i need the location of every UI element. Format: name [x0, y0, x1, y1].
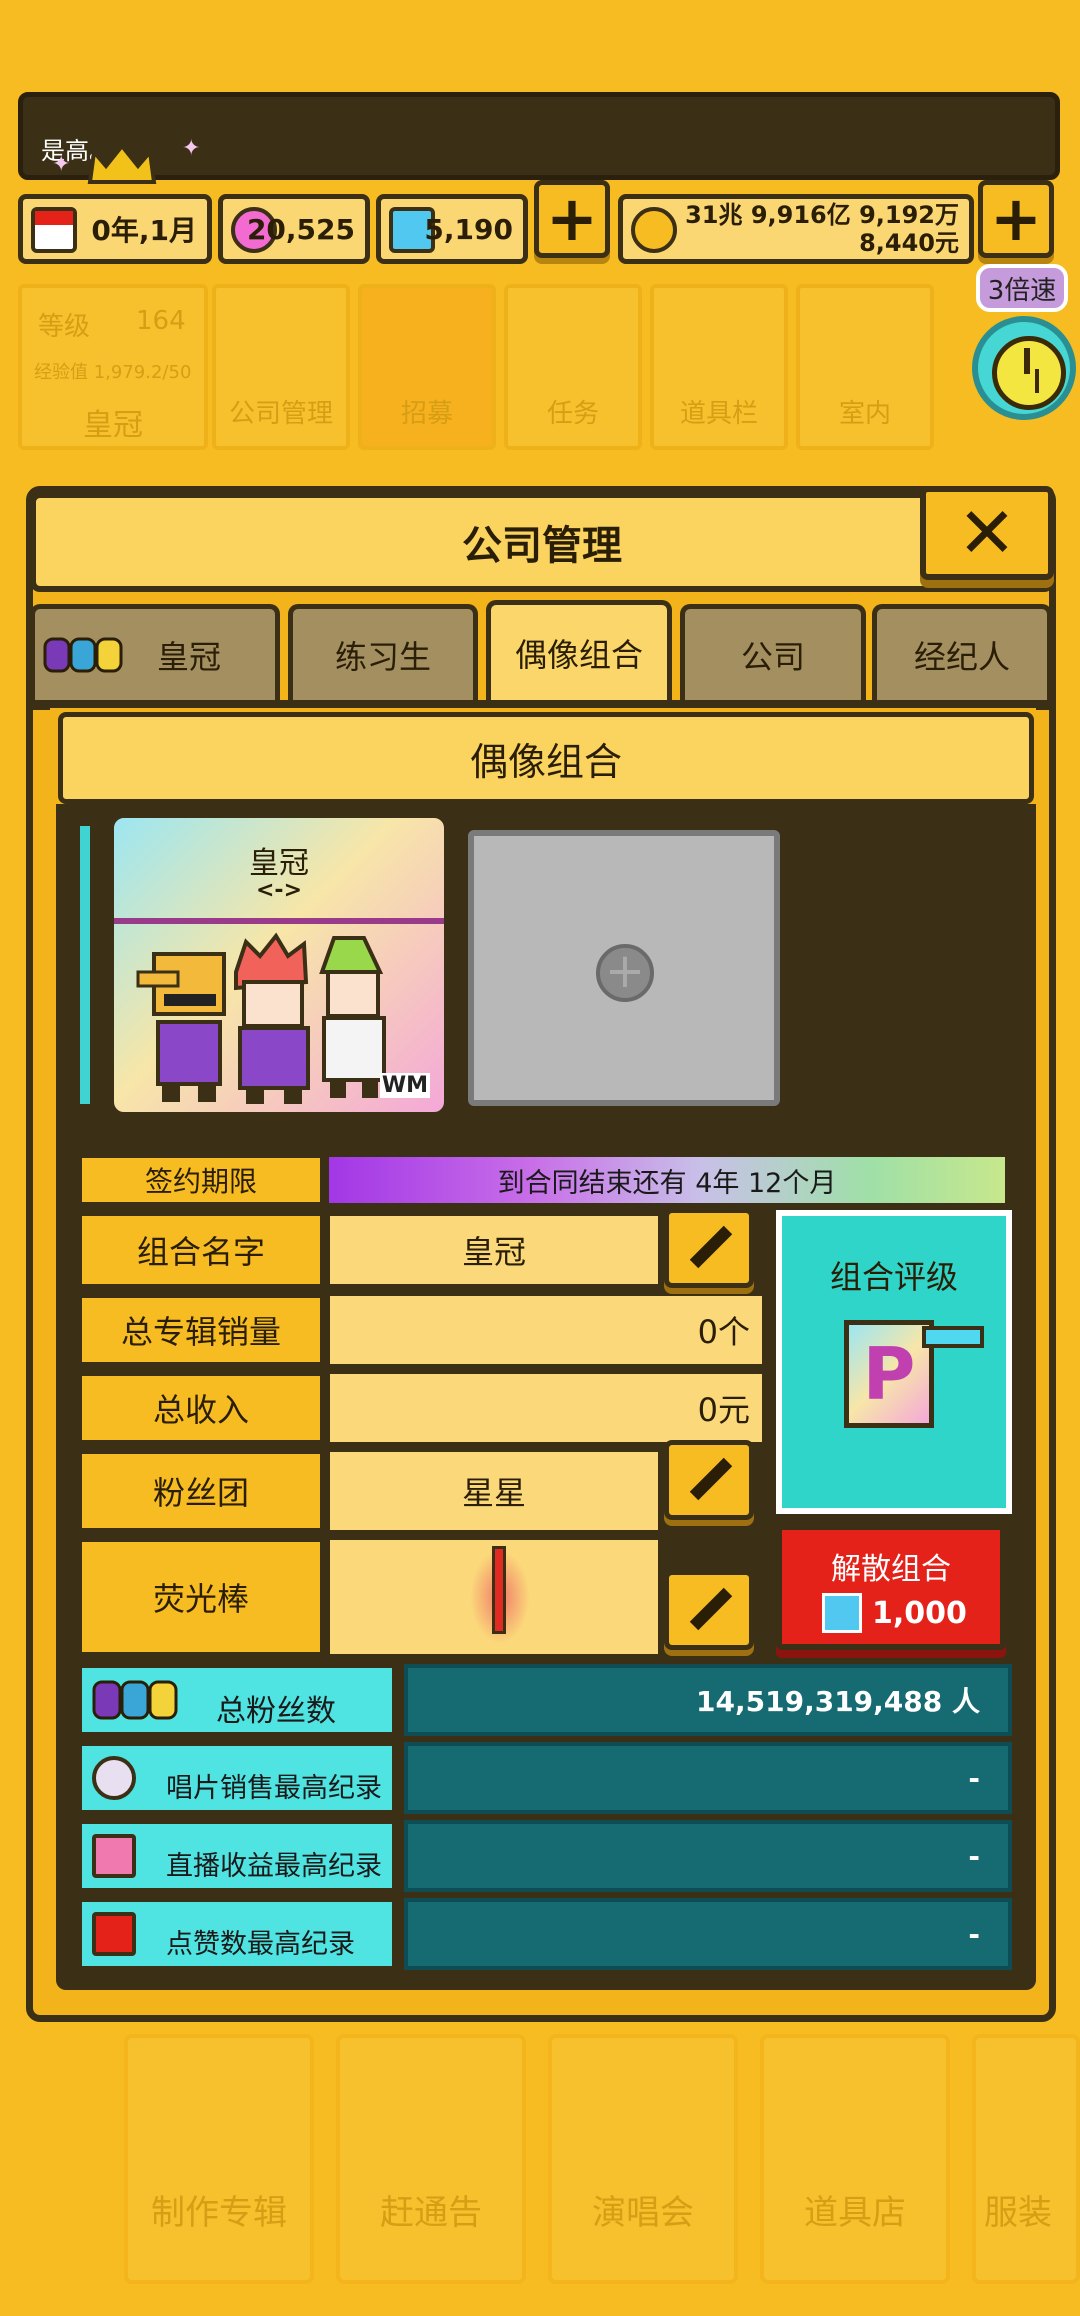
group-card-divider: [114, 918, 444, 924]
menu-concert: 演唱会: [548, 2034, 738, 2284]
money-line-2: 8,440元: [859, 229, 959, 257]
add-gems-button[interactable]: +: [534, 180, 610, 258]
disband-group-button[interactable]: 解散组合 1,000: [776, 1524, 1006, 1650]
album-sales-label: 总专辑销量: [78, 1294, 324, 1366]
add-money-button[interactable]: +: [978, 180, 1054, 258]
fans-icon: [92, 1680, 178, 1720]
tab-company[interactable]: 公司: [680, 604, 866, 700]
group-card-mark: WM: [379, 1073, 430, 1098]
group-name-label: 组合名字: [78, 1212, 324, 1288]
pink-gem-counter: 20,525: [218, 194, 370, 264]
group-name-value: 皇冠: [330, 1216, 658, 1284]
level-panel: 等级 164 经验值 1,979.2/50 皇冠: [18, 284, 208, 450]
money-counter: 31兆 9,916亿 9,192万 8,440元: [618, 194, 974, 264]
fanclub-value: 星星: [330, 1452, 658, 1530]
pink-gem-value: 20,525: [246, 212, 355, 246]
stat-likes: 点赞数最高纪录: [78, 1898, 396, 1970]
sparkle-icon: ✦: [52, 152, 71, 177]
group-card-name: 皇冠: [249, 846, 309, 881]
stat-record-sales-value: -: [404, 1742, 1012, 1814]
contract-bar: 到合同结束还有 4年 12个月: [326, 1154, 1008, 1206]
menu-inventory: 道具栏: [650, 284, 788, 450]
stat-record-sales-label: 唱片销售最高纪录: [166, 1773, 382, 1804]
stat-record-sales: 唱片销售最高纪录: [78, 1742, 396, 1814]
gallery-scrollbar[interactable]: [80, 826, 90, 1104]
disband-cost: 1,000: [822, 1590, 967, 1636]
menu-costume: 服装: [972, 2034, 1080, 2284]
disband-cost-value: 1,000: [872, 1595, 967, 1631]
fanclub-label: 粉丝团: [78, 1450, 324, 1532]
exp-text: 经验值 1,979.2/50: [34, 362, 192, 383]
tab-agents-label: 经纪人: [913, 637, 1010, 676]
group-members-icon: [43, 637, 123, 673]
add-icon: +: [596, 944, 654, 1002]
tab-idol-group[interactable]: 偶像组合: [486, 600, 672, 700]
edit-fanclub-button[interactable]: [664, 1440, 754, 1520]
menu-schedule: 赶通告: [336, 2034, 526, 2284]
stat-likes-value: -: [404, 1898, 1012, 1970]
rating-grade-badge: P: [844, 1320, 934, 1428]
speed-clock-button[interactable]: [972, 316, 1076, 420]
total-income-value: 0元: [330, 1374, 762, 1442]
blue-gem-icon: [822, 1593, 862, 1633]
sparkle-icon: ✦: [182, 136, 201, 161]
menu-company-management: 公司管理: [212, 284, 350, 450]
tab-trainees-label: 练习生: [334, 637, 431, 676]
lightstick-value: [330, 1540, 658, 1654]
total-income-label: 总收入: [78, 1372, 324, 1444]
group-rating-label: 组合评级: [829, 1258, 958, 1296]
level-value: 164: [136, 306, 186, 336]
stat-total-fans-value: 14,519,319,488 人: [404, 1664, 1012, 1736]
album-sales-value: 0个: [330, 1296, 762, 1364]
level-label: 等级: [38, 312, 91, 342]
add-group-slot[interactable]: +: [468, 830, 780, 1106]
company-name: 皇冠: [83, 408, 143, 443]
speed-badge[interactable]: 3倍速: [976, 264, 1068, 312]
tab-trainees[interactable]: 练习生: [288, 604, 478, 700]
stat-likes-label: 点赞数最高纪录: [166, 1929, 355, 1960]
stat-stream-income-label: 直播收益最高纪录: [166, 1851, 382, 1882]
crown-icon: [87, 142, 157, 184]
money-line-1: 31兆 9,916亿 9,192万: [685, 201, 959, 229]
group-card-code: <->: [256, 878, 302, 903]
close-button[interactable]: ✕: [920, 486, 1054, 580]
date-display: 0年,1月: [18, 194, 212, 264]
lightstick-icon: [492, 1546, 506, 1634]
contract-label: 签约期限: [78, 1154, 324, 1206]
tab-company-label: 公司: [740, 637, 805, 676]
music-note-icon: [92, 1834, 136, 1878]
menu-tasks: 任务: [504, 284, 642, 450]
stat-stream-income: 直播收益最高纪录: [78, 1820, 396, 1892]
coin-icon: [631, 207, 677, 253]
edit-group-name-button[interactable]: [664, 1208, 754, 1288]
menu-recruit: 招募: [358, 284, 496, 450]
group-rating-panel: 组合评级 P: [772, 1206, 1016, 1518]
blue-gem-value: 5,190: [424, 212, 513, 246]
menu-item-shop: 道具店: [760, 2034, 950, 2284]
group-card[interactable]: 皇冠 <-> WM: [108, 812, 450, 1118]
tab-idol-group-label: 偶像组合: [514, 635, 643, 674]
play-icon: [92, 1912, 136, 1956]
rating-flag-icon: [922, 1326, 984, 1348]
blue-gem-counter: 5,190: [376, 194, 528, 264]
stat-stream-income-value: -: [404, 1820, 1012, 1892]
modal-title: 公司管理: [30, 492, 1054, 592]
edit-lightstick-button[interactable]: [664, 1570, 754, 1650]
tab-agents[interactable]: 经纪人: [872, 604, 1052, 700]
lightstick-label: 荧光棒: [78, 1538, 324, 1656]
section-title: 偶像组合: [58, 712, 1034, 804]
menu-make-album: 制作专辑: [124, 2034, 314, 2284]
tab-crown[interactable]: 皇冠: [30, 604, 280, 700]
news-ticker: 是高。: [18, 92, 1060, 180]
tab-crown-label: 皇冠: [156, 637, 221, 676]
stat-total-fans-label: 总粉丝数: [216, 1694, 336, 1729]
stat-total-fans: 总粉丝数: [78, 1664, 396, 1736]
disband-label: 解散组合: [831, 1552, 951, 1587]
disc-icon: [92, 1756, 136, 1800]
calendar-icon: [31, 207, 77, 253]
menu-interior: 室内: [796, 284, 934, 450]
date-value: 0年,1月: [91, 214, 197, 247]
